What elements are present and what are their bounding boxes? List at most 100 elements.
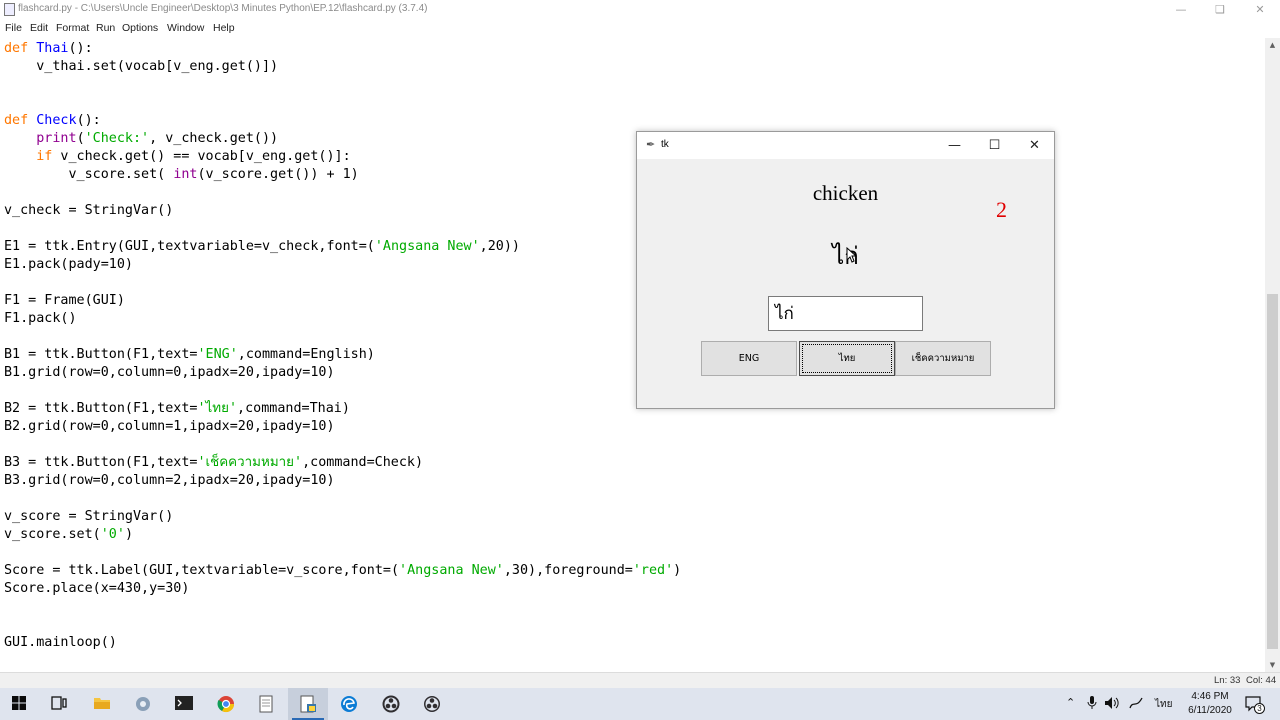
idle-title-bar: flashcard.py - C:\Users\Uncle Engineer\D… bbox=[0, 0, 1280, 20]
code-line: GUI.mainloop() bbox=[4, 635, 117, 650]
clock[interactable]: 4:46 PM 6/11/2020 bbox=[1182, 690, 1238, 718]
string: '0' bbox=[100, 527, 125, 542]
scroll-up-icon[interactable]: ▲ bbox=[1265, 39, 1280, 51]
code-text: ,30),foreground= bbox=[503, 563, 633, 578]
notification-count: 3 bbox=[1254, 703, 1265, 714]
menu-file[interactable]: File bbox=[5, 22, 22, 34]
code-text: ( bbox=[76, 131, 85, 146]
code-text: (): bbox=[76, 113, 101, 128]
code-text: , v_check.get()) bbox=[149, 131, 279, 146]
code-line: B3.grid(row=0,column=2,ipadx=20,ipady=10… bbox=[4, 473, 335, 488]
code-text: B1 = ttk.Button(F1,text= bbox=[4, 347, 198, 362]
string: 'ENG' bbox=[197, 347, 238, 362]
code-text: Score = ttk.Label(GUI,textvariable=v_sco… bbox=[4, 563, 400, 578]
idle-icon[interactable] bbox=[288, 688, 328, 720]
answer-entry[interactable]: ไก่ bbox=[768, 296, 923, 331]
code-text: (): bbox=[68, 41, 93, 56]
mouse-pointer-icon bbox=[846, 247, 856, 263]
volume-icon[interactable] bbox=[1104, 696, 1120, 720]
maximize-button[interactable]: ❑ bbox=[1200, 0, 1240, 20]
code-text: ,command=English) bbox=[237, 347, 375, 362]
tk-title-bar: ✒ tk — ☐ ✕ bbox=[637, 132, 1054, 159]
eng-button[interactable]: ENG bbox=[701, 341, 797, 376]
code-text: E1 = ttk.Entry(GUI,textvariable=v_check,… bbox=[4, 239, 375, 254]
code-line: Score = ttk.Label(GUI,textvariable=v_sco… bbox=[4, 562, 681, 580]
code-line: v_score.set( int(v_score.get()) + 1) bbox=[4, 166, 358, 184]
menu-edit[interactable]: Edit bbox=[30, 22, 48, 34]
chevron-up-icon[interactable]: ⌃ bbox=[1066, 696, 1075, 720]
menu-window[interactable]: Window bbox=[167, 22, 204, 34]
obs-icon[interactable] bbox=[371, 688, 411, 720]
string: 'Check:' bbox=[84, 131, 150, 146]
file-explorer-icon[interactable] bbox=[82, 688, 122, 720]
notification-icon[interactable]: 3 bbox=[1244, 694, 1265, 720]
code-line: B1.grid(row=0,column=0,ipadx=20,ipady=10… bbox=[4, 365, 335, 380]
code-text: ) bbox=[673, 563, 682, 578]
windows-start-icon[interactable] bbox=[0, 688, 40, 720]
terminal-icon[interactable] bbox=[164, 688, 204, 720]
line-number: Ln: 33 bbox=[1214, 675, 1241, 686]
obs-icon[interactable] bbox=[412, 688, 452, 720]
close-button[interactable]: ✕ bbox=[1240, 0, 1280, 20]
string: 'ไทย' bbox=[197, 401, 238, 416]
python-file-icon bbox=[4, 3, 15, 16]
keyword: def bbox=[4, 113, 29, 128]
microphone-icon[interactable] bbox=[1087, 696, 1097, 720]
code-text: ) bbox=[124, 527, 133, 542]
code-text: B2 = ttk.Button(F1,text= bbox=[4, 401, 198, 416]
focus-ring bbox=[802, 344, 892, 373]
menu-format[interactable]: Format bbox=[56, 22, 89, 34]
code-line: Score.place(x=430,y=30) bbox=[4, 581, 190, 596]
code-line: v_score.set('0') bbox=[4, 526, 133, 544]
vertical-scrollbar[interactable]: ▲ ▼ bbox=[1265, 38, 1280, 672]
chrome-icon[interactable] bbox=[206, 688, 246, 720]
code-line: F1 = Frame(GUI) bbox=[4, 293, 125, 308]
keyword: def bbox=[4, 41, 29, 56]
builtin: print bbox=[36, 131, 77, 146]
clock-date: 6/11/2020 bbox=[1188, 705, 1232, 716]
code-line: print('Check:', v_check.get()) bbox=[4, 130, 278, 148]
check-button[interactable]: เช็คความหมาย bbox=[895, 341, 991, 376]
code-text: v_score.set( bbox=[4, 167, 174, 182]
code-line: F1.pack() bbox=[4, 311, 77, 326]
notepad-icon[interactable] bbox=[247, 688, 287, 720]
window-title: flashcard.py - C:\Users\Uncle Engineer\D… bbox=[18, 3, 428, 14]
thai-button[interactable]: ไทย bbox=[799, 341, 895, 376]
feather-icon: ✒ bbox=[646, 138, 656, 151]
menu-run[interactable]: Run bbox=[96, 22, 115, 34]
string: 'Angsana New' bbox=[374, 239, 480, 254]
maximize-button[interactable]: ☐ bbox=[975, 132, 1014, 159]
clock-time: 4:46 PM bbox=[1191, 691, 1229, 702]
keyword: if bbox=[36, 149, 53, 164]
menu-help[interactable]: Help bbox=[213, 22, 235, 34]
edge-icon[interactable] bbox=[329, 688, 369, 720]
minimize-button[interactable]: — bbox=[935, 132, 974, 159]
code-line: B3 = ttk.Button(F1,text='เช็คความหมาย',c… bbox=[4, 454, 423, 472]
scroll-down-icon[interactable]: ▼ bbox=[1265, 659, 1280, 671]
minimize-button[interactable]: — bbox=[1161, 0, 1201, 20]
code-line: v_thai.set(vocab[v_eng.get()]) bbox=[4, 59, 279, 74]
code-text: v_check.get() == vocab[v_eng.get()]: bbox=[52, 149, 351, 164]
language-indicator[interactable]: ไทย bbox=[1155, 697, 1172, 720]
code-line: v_check = StringVar() bbox=[4, 203, 174, 218]
code-text: ,command=Thai) bbox=[237, 401, 350, 416]
taskbar: ⌃ ไทย 4:46 PM 6/11/2020 3 bbox=[0, 688, 1280, 720]
function-name: Thai bbox=[36, 41, 69, 56]
code-editor[interactable]: def Thai(): v_thai.set(vocab[v_eng.get()… bbox=[0, 38, 1265, 672]
code-text: ,command=Check) bbox=[302, 455, 424, 470]
app-icon[interactable] bbox=[123, 688, 163, 720]
string: 'red' bbox=[632, 563, 674, 578]
score-label: 2 bbox=[996, 197, 1007, 222]
scroll-thumb[interactable] bbox=[1267, 294, 1278, 649]
code-text: v_score.set( bbox=[4, 527, 101, 542]
code-text: ,20)) bbox=[479, 239, 520, 254]
column-number: Col: 44 bbox=[1246, 675, 1277, 686]
builtin: int bbox=[173, 167, 198, 182]
menu-options[interactable]: Options bbox=[122, 22, 158, 34]
tk-window-title: tk bbox=[661, 139, 669, 150]
pen-icon[interactable] bbox=[1128, 696, 1144, 720]
close-button[interactable]: ✕ bbox=[1015, 132, 1054, 159]
code-text: B3 = ttk.Button(F1,text= bbox=[4, 455, 198, 470]
task-view-icon[interactable] bbox=[40, 688, 80, 720]
